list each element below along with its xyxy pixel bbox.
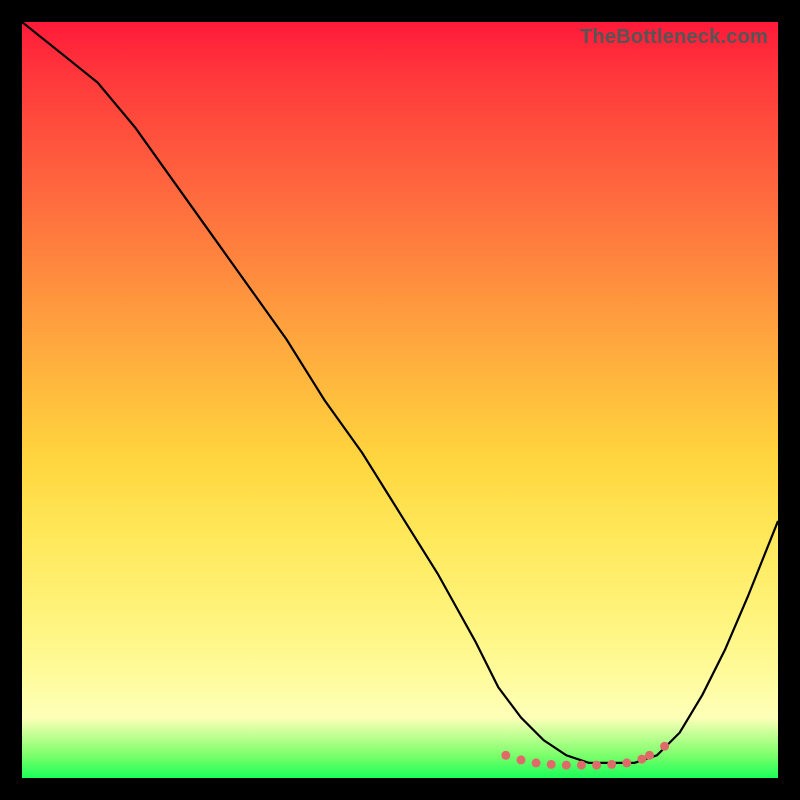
optimal-dot [562, 761, 571, 770]
optimal-dot [622, 758, 631, 767]
optimal-range-markers [501, 742, 669, 770]
optimal-dot [592, 761, 601, 770]
optimal-dot [532, 758, 541, 767]
plot-area: TheBottleneck.com [22, 22, 778, 778]
curve-layer [22, 22, 778, 778]
optimal-dot [660, 742, 669, 751]
chart-frame: TheBottleneck.com [0, 0, 800, 800]
optimal-dot [517, 755, 526, 764]
optimal-dot [501, 751, 510, 760]
optimal-dot [577, 761, 586, 770]
optimal-dot [547, 760, 556, 769]
watermark-text: TheBottleneck.com [580, 26, 768, 49]
optimal-dot [607, 760, 616, 769]
optimal-dot [645, 751, 654, 760]
bottleneck-curve [22, 22, 778, 763]
